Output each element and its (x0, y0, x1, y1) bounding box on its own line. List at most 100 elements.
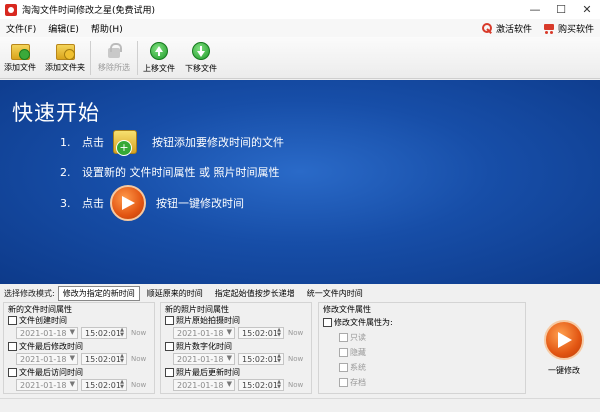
menu-right-links: 激活软件 购买软件 (481, 19, 594, 37)
attr-system[interactable]: 系统 (339, 362, 366, 373)
attr-label: 系统 (350, 363, 366, 372)
attr-readonly-checkbox[interactable] (339, 333, 348, 342)
time-value: 15:02:01 (85, 328, 121, 338)
panel-title: 新的文件时间属性 (8, 305, 72, 314)
field-label: 文件最后修改时间 (19, 342, 83, 351)
photo-digitized-time[interactable]: 15:02:01 ▲ ▼ (238, 353, 284, 365)
file-created-date[interactable]: 2021-01-18 ▼ (16, 327, 78, 339)
one-key-modify-label: 一键修改 (548, 366, 580, 375)
key-icon (481, 22, 493, 34)
time-value: 15:02:01 (242, 354, 278, 364)
photo-time-panel: 新的照片时间属性 照片原始拍摄时间 2021-01-18 ▼ 15:02:01 ▲ ▼… (160, 302, 312, 394)
attr-archive[interactable]: 存档 (339, 377, 366, 388)
status-bar (0, 398, 600, 412)
photo-updated-row: 照片最后更新时间 (165, 367, 240, 378)
tab-specified-time[interactable]: 修改为指定的新时间 (57, 285, 140, 301)
panel-title: 修改文件属性 (323, 305, 371, 314)
app-logo-icon (5, 3, 17, 16)
photo-updated-now-button[interactable]: Now (288, 379, 303, 391)
attr-label: 只读 (350, 333, 366, 342)
file-accessed-row: 文件最后访问时间 (8, 367, 83, 378)
chevron-down-icon: ▼ (226, 328, 232, 336)
close-button[interactable]: ✕ (574, 0, 600, 19)
menu-bar: 文件(F) 编辑(E) 帮助(H) 激活软件 购买软件 (0, 19, 600, 37)
file-modified-checkbox[interactable] (8, 342, 17, 351)
menu-file[interactable]: 文件(F) (0, 22, 42, 35)
attr-archive-checkbox[interactable] (339, 378, 348, 387)
date-value: 2021-01-18 (20, 380, 67, 390)
field-label: 照片数字化时间 (176, 342, 232, 351)
attr-hidden-checkbox[interactable] (339, 348, 348, 357)
chevron-down-icon: ▼ (69, 354, 75, 362)
toolbar: 添加文件 添加文件夹 移除所选 上移文件 下移文件 (0, 37, 600, 79)
step-text: 设置新的 文件时间属性 或 照片时间属性 (82, 166, 280, 179)
photo-updated-time[interactable]: 15:02:01 ▲ ▼ (238, 379, 284, 391)
photo-taken-date[interactable]: 2021-01-18 ▼ (173, 327, 235, 339)
file-accessed-date[interactable]: 2021-01-18 ▼ (16, 379, 78, 391)
photo-taken-time[interactable]: 15:02:01 ▲ ▼ (238, 327, 284, 339)
spinner-icon: ▲ ▼ (277, 379, 281, 390)
buy-label: 购买软件 (557, 24, 594, 35)
buy-button[interactable]: 购买软件 (542, 22, 594, 35)
file-time-panel: 新的文件时间属性 文件创建时间 2021-01-18 ▼ 15:02:01 ▲ ▼ N… (3, 302, 155, 394)
quick-start-panel: 快速开始 1. 点击 按钮添加要修改时间的文件 2. 设置新的 文件时间属性 或… (0, 80, 600, 284)
mode-label: 选择修改模式: (4, 288, 55, 298)
minimize-button[interactable]: — (522, 0, 548, 19)
add-file-label: 添加文件 (4, 63, 36, 72)
file-created-time[interactable]: 15:02:01 ▲ ▼ (81, 327, 127, 339)
time-value: 15:02:01 (242, 328, 278, 338)
photo-updated-checkbox[interactable] (165, 368, 174, 377)
photo-digitized-date[interactable]: 2021-01-18 ▼ (173, 353, 235, 365)
step-text: 点击 (82, 136, 104, 149)
attr-system-checkbox[interactable] (339, 363, 348, 372)
window-controls: — ☐ ✕ (522, 0, 600, 19)
move-down-button[interactable]: 下移文件 (180, 37, 222, 79)
add-file-button[interactable]: 添加文件 (0, 37, 40, 79)
maximize-button[interactable]: ☐ (548, 0, 574, 19)
attr-readonly[interactable]: 只读 (339, 332, 366, 343)
attr-label: 隐藏 (350, 348, 366, 357)
arrow-down-icon (192, 42, 210, 60)
chevron-down-icon: ▼ (226, 380, 232, 388)
photo-digitized-checkbox[interactable] (165, 342, 174, 351)
activate-button[interactable]: 激活软件 (481, 22, 532, 35)
field-label: 修改文件属性为: (334, 318, 393, 327)
photo-updated-date[interactable]: 2021-01-18 ▼ (173, 379, 235, 391)
file-modified-now-button[interactable]: Now (131, 353, 146, 365)
menu-help[interactable]: 帮助(H) (85, 22, 129, 35)
date-value: 2021-01-18 (177, 380, 224, 390)
remove-selected-button[interactable]: 移除所选 (91, 37, 137, 79)
window-title: 淘淘文件时间修改之星(免费试用) (22, 6, 156, 16)
date-value: 2021-01-18 (20, 354, 67, 364)
file-modified-date[interactable]: 2021-01-18 ▼ (16, 353, 78, 365)
file-accessed-now-button[interactable]: Now (131, 379, 146, 391)
file-accessed-time[interactable]: 15:02:01 ▲ ▼ (81, 379, 127, 391)
field-label: 文件创建时间 (19, 316, 67, 325)
date-value: 2021-01-18 (177, 328, 224, 338)
step-text: 按钮添加要修改时间的文件 (152, 136, 284, 149)
photo-taken-checkbox[interactable] (165, 316, 174, 325)
time-value: 15:02:01 (85, 354, 121, 364)
add-folder-icon (55, 42, 75, 60)
modify-attr-checkbox[interactable] (323, 318, 332, 327)
file-created-now-button[interactable]: Now (131, 327, 146, 339)
move-up-button[interactable]: 上移文件 (138, 37, 180, 79)
add-folder-button[interactable]: 添加文件夹 (40, 37, 90, 79)
file-accessed-checkbox[interactable] (8, 368, 17, 377)
move-down-label: 下移文件 (185, 64, 217, 73)
photo-digitized-now-button[interactable]: Now (288, 353, 303, 365)
attr-hidden[interactable]: 隐藏 (339, 347, 366, 358)
file-created-checkbox[interactable] (8, 316, 17, 325)
menu-edit[interactable]: 编辑(E) (42, 22, 85, 35)
tab-step-increment[interactable]: 指定起始值按步长递增 (210, 286, 300, 301)
file-modified-time[interactable]: 15:02:01 ▲ ▼ (81, 353, 127, 365)
photo-taken-now-button[interactable]: Now (288, 327, 303, 339)
photo-taken-row: 照片原始拍摄时间 (165, 315, 240, 326)
attr-label: 存档 (350, 378, 366, 387)
one-key-modify-button[interactable]: 一键修改 (538, 320, 590, 376)
activate-label: 激活软件 (495, 24, 532, 35)
tab-shift-time[interactable]: 顺延原来的时间 (142, 286, 208, 301)
tab-unify-time[interactable]: 统一文件内时间 (302, 286, 368, 301)
chevron-down-icon: ▼ (69, 328, 75, 336)
field-label: 文件最后访问时间 (19, 368, 83, 377)
